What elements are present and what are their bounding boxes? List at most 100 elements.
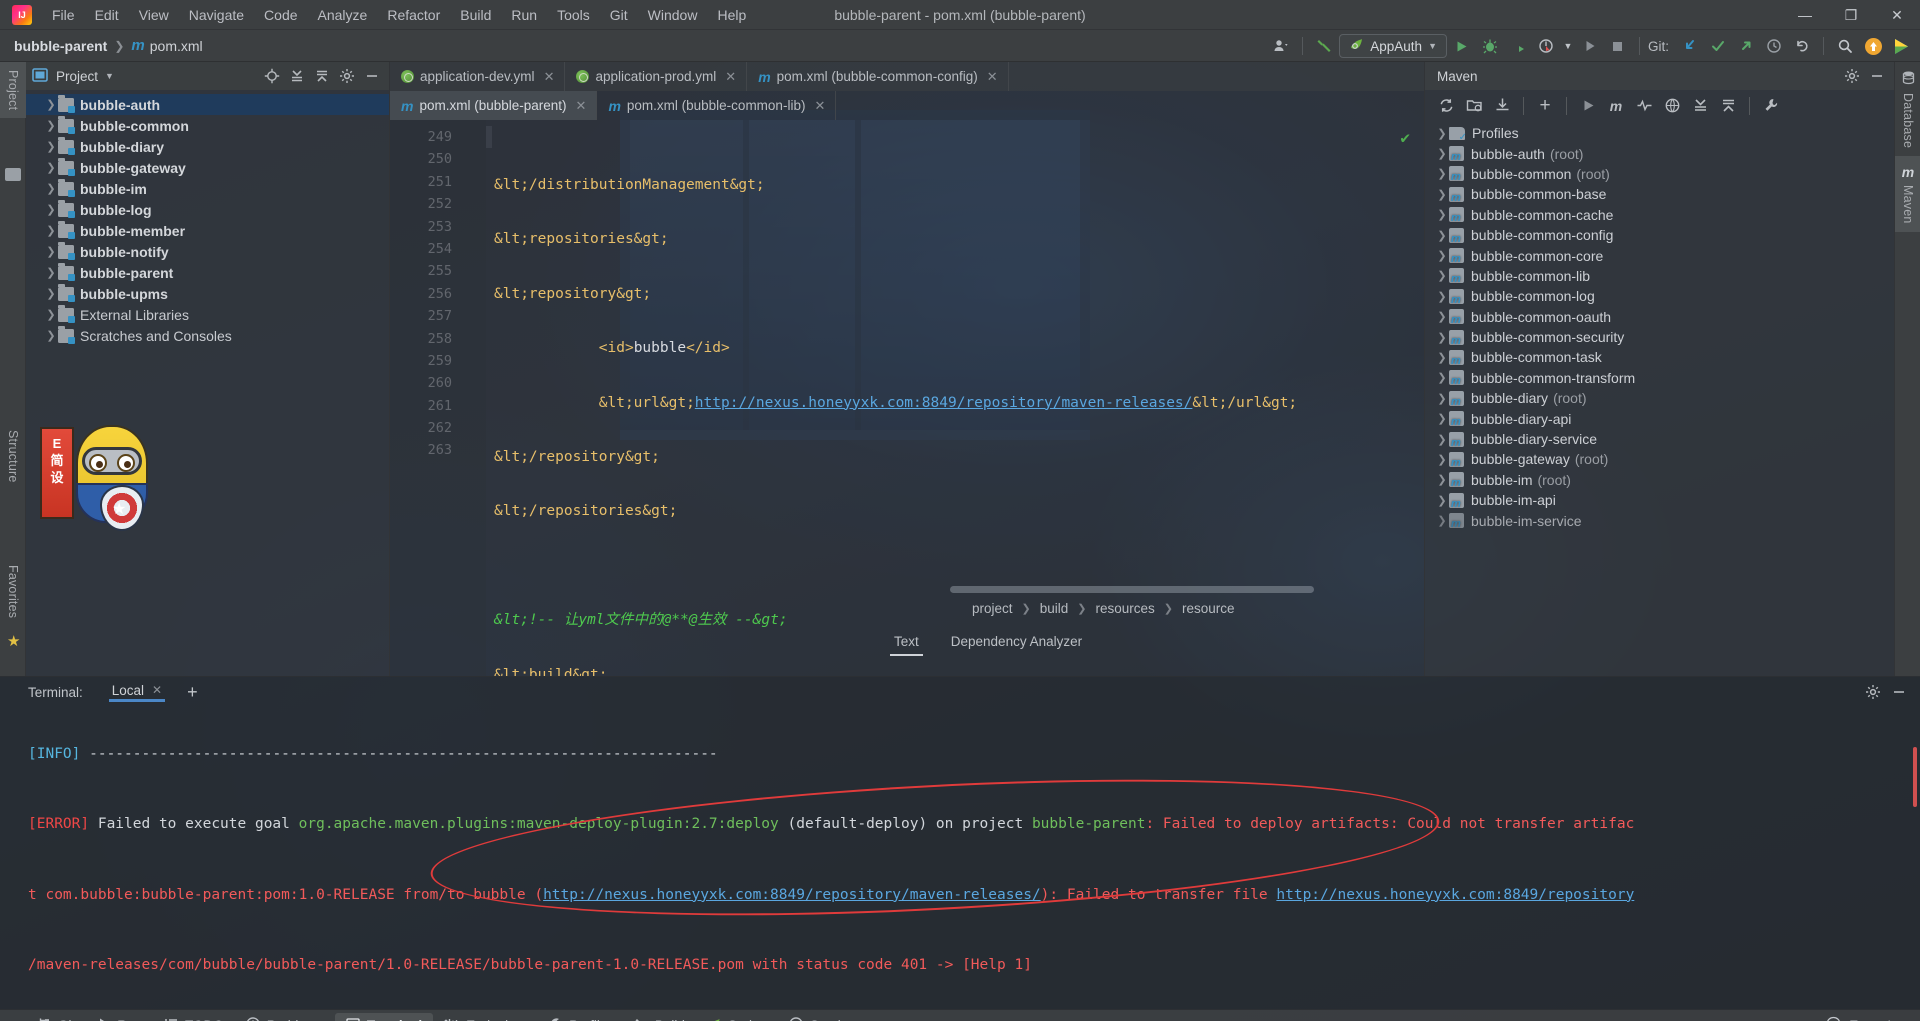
tree-node-bubble-upms[interactable]: ❯ bubble-upms (26, 283, 389, 304)
maven-node-bubble-gateway[interactable]: ❯ bubble-gateway (root) (1425, 449, 1894, 469)
strip-item-database[interactable]: Database (1895, 62, 1920, 156)
maven-node-bubble-im-api[interactable]: ❯ bubble-im-api (1425, 490, 1894, 510)
git-commit-icon[interactable] (1705, 33, 1731, 59)
debug-button[interactable] (1477, 33, 1503, 59)
terminal-tab-local[interactable]: Local ✕ (108, 683, 166, 702)
maven-node-bubble-common-security[interactable]: ❯ bubble-common-security (1425, 327, 1894, 347)
run-with-coverage-button[interactable] (1505, 33, 1531, 59)
nexus-repository-link-2[interactable]: http://nexus.honeyyxk.com:8849/repositor… (1276, 887, 1634, 903)
minimize-button[interactable]: — (1782, 0, 1828, 30)
hide-panel-icon[interactable] (361, 65, 383, 87)
chevron-right-icon[interactable]: ❯ (1435, 331, 1449, 344)
chevron-right-icon[interactable]: ❯ (44, 161, 58, 174)
editor-horizontal-scrollbar[interactable] (950, 586, 1314, 593)
menu-code[interactable]: Code (254, 3, 307, 27)
tab-text[interactable]: Text (890, 632, 923, 656)
chevron-right-icon[interactable]: ❯ (1435, 167, 1449, 180)
chevron-right-icon[interactable]: ❯ (44, 329, 58, 342)
tree-node-bubble-member[interactable]: ❯ bubble-member (26, 220, 389, 241)
close-button[interactable]: ✕ (1874, 0, 1920, 30)
profiler-button[interactable] (1533, 33, 1559, 59)
chevron-right-icon[interactable]: ❯ (1435, 473, 1449, 486)
tool-button-git[interactable]: Git (26, 1013, 86, 1021)
hide-panel-icon[interactable] (1866, 65, 1888, 87)
run-configuration-selector[interactable]: AppAuth ▼ (1339, 34, 1447, 58)
strip-item-maven[interactable]: m Maven (1895, 156, 1920, 232)
maven-node-bubble-common-transform[interactable]: ❯ bubble-common-transform (1425, 368, 1894, 388)
chevron-right-icon[interactable]: ❯ (1435, 290, 1449, 303)
menu-edit[interactable]: Edit (85, 3, 129, 27)
chevron-right-icon[interactable]: ❯ (44, 224, 58, 237)
select-opened-file-icon[interactable] (261, 65, 283, 87)
chevron-right-icon[interactable]: ❯ (44, 203, 58, 216)
tree-node-external-libraries[interactable]: ❯ External Libraries (26, 304, 389, 325)
editor-tab-pom-bubble-parent[interactable]: m pom.xml (bubble-parent) ✕ (390, 91, 598, 120)
collapse-all-icon[interactable] (1715, 94, 1741, 118)
stop-button[interactable] (1605, 33, 1631, 59)
gear-icon[interactable] (1862, 681, 1884, 703)
menu-build[interactable]: Build (450, 3, 501, 27)
execute-maven-goal-icon[interactable]: m (1603, 94, 1629, 118)
chevron-right-icon[interactable]: ❯ (1435, 310, 1449, 323)
menu-git[interactable]: Git (600, 3, 638, 27)
toggle-offline-icon[interactable] (1659, 94, 1685, 118)
maven-node-bubble-diary-api[interactable]: ❯ bubble-diary-api (1425, 408, 1894, 429)
gear-icon[interactable] (1841, 65, 1863, 87)
menu-tools[interactable]: Tools (547, 3, 600, 27)
ide-feature-icon[interactable] (1888, 33, 1914, 59)
git-push-icon[interactable] (1733, 33, 1759, 59)
tool-button-run[interactable]: Run (86, 1013, 153, 1021)
terminal-tab-close-icon[interactable]: ✕ (152, 683, 162, 697)
chevron-right-icon[interactable]: ❯ (44, 140, 58, 153)
expand-all-icon[interactable] (286, 65, 308, 87)
editor-tab-application-prod-yml[interactable]: application-prod.yml ✕ (565, 62, 748, 91)
git-update-icon[interactable] (1677, 33, 1703, 59)
breadcrumb-resources-tag[interactable]: resources (1094, 601, 1157, 616)
new-terminal-tab-button[interactable]: + (187, 682, 198, 703)
menu-run[interactable]: Run (501, 3, 547, 27)
chevron-right-icon[interactable]: ❯ (44, 98, 58, 111)
maximize-button[interactable]: ❐ (1828, 0, 1874, 30)
chevron-right-icon[interactable]: ❯ (44, 245, 58, 258)
tool-button-terminal[interactable]: Terminal (334, 1012, 434, 1021)
maven-node-bubble-common-oauth[interactable]: ❯ bubble-common-oauth (1425, 307, 1894, 327)
maven-node-bubble-common-cache[interactable]: ❯ bubble-common-cache (1425, 205, 1894, 225)
maven-node-bubble-common[interactable]: ❯ bubble-common (root) (1425, 164, 1894, 184)
run-more-button[interactable] (1577, 33, 1603, 59)
tree-node-bubble-common[interactable]: ❯ bubble-common (26, 115, 389, 136)
tab-close-icon[interactable]: ✕ (544, 69, 555, 85)
chevron-right-icon[interactable]: ❯ (1435, 392, 1449, 405)
maven-node-profiles[interactable]: ❯ Profiles (1425, 123, 1894, 143)
breadcrumb-project-tag[interactable]: project (970, 601, 1015, 616)
profiler-dropdown-icon[interactable]: ▼ (1561, 33, 1575, 59)
reload-all-projects-icon[interactable] (1433, 94, 1459, 118)
maven-node-bubble-common-config[interactable]: ❯ bubble-common-config (1425, 225, 1894, 245)
collapse-all-icon[interactable] (311, 65, 333, 87)
chevron-right-icon[interactable]: ❯ (1435, 249, 1449, 262)
chevron-right-icon[interactable]: ❯ (44, 182, 58, 195)
generate-sources-icon[interactable] (1461, 94, 1487, 118)
chevron-down-icon[interactable]: ▼ (105, 71, 114, 81)
chevron-right-icon[interactable]: ❯ (1435, 514, 1449, 527)
menu-help[interactable]: Help (707, 3, 756, 27)
chevron-right-icon[interactable]: ❯ (1435, 371, 1449, 384)
chevron-right-icon[interactable]: ❯ (1435, 412, 1449, 425)
tool-button-build[interactable]: Build (623, 1013, 696, 1021)
chevron-right-icon[interactable]: ❯ (1435, 229, 1449, 242)
tree-node-bubble-parent[interactable]: ❯ bubble-parent (26, 262, 389, 283)
chevron-right-icon[interactable]: ❯ (1435, 188, 1449, 201)
maven-node-bubble-common-log[interactable]: ❯ bubble-common-log (1425, 286, 1894, 306)
run-button[interactable] (1449, 33, 1475, 59)
chevron-right-icon[interactable]: ❯ (1435, 494, 1449, 507)
event-log-button[interactable]: Event Log (1826, 1016, 1910, 1021)
tool-button-profiler[interactable]: Profiler (537, 1013, 623, 1021)
menu-analyze[interactable]: Analyze (308, 3, 378, 27)
tree-node-scratches-and-consoles[interactable]: ❯ Scratches and Consoles (26, 325, 389, 346)
maven-node-bubble-common-base[interactable]: ❯ bubble-common-base (1425, 184, 1894, 204)
tool-button-spring[interactable]: Spring (696, 1013, 778, 1021)
tree-node-bubble-auth[interactable]: ❯ bubble-auth (26, 94, 389, 115)
strip-item-structure[interactable]: Structure (0, 422, 26, 491)
strip-item-project[interactable]: Project (0, 62, 26, 119)
tab-close-icon[interactable]: ✕ (725, 69, 736, 85)
maven-node-bubble-diary-service[interactable]: ❯ bubble-diary-service (1425, 429, 1894, 449)
